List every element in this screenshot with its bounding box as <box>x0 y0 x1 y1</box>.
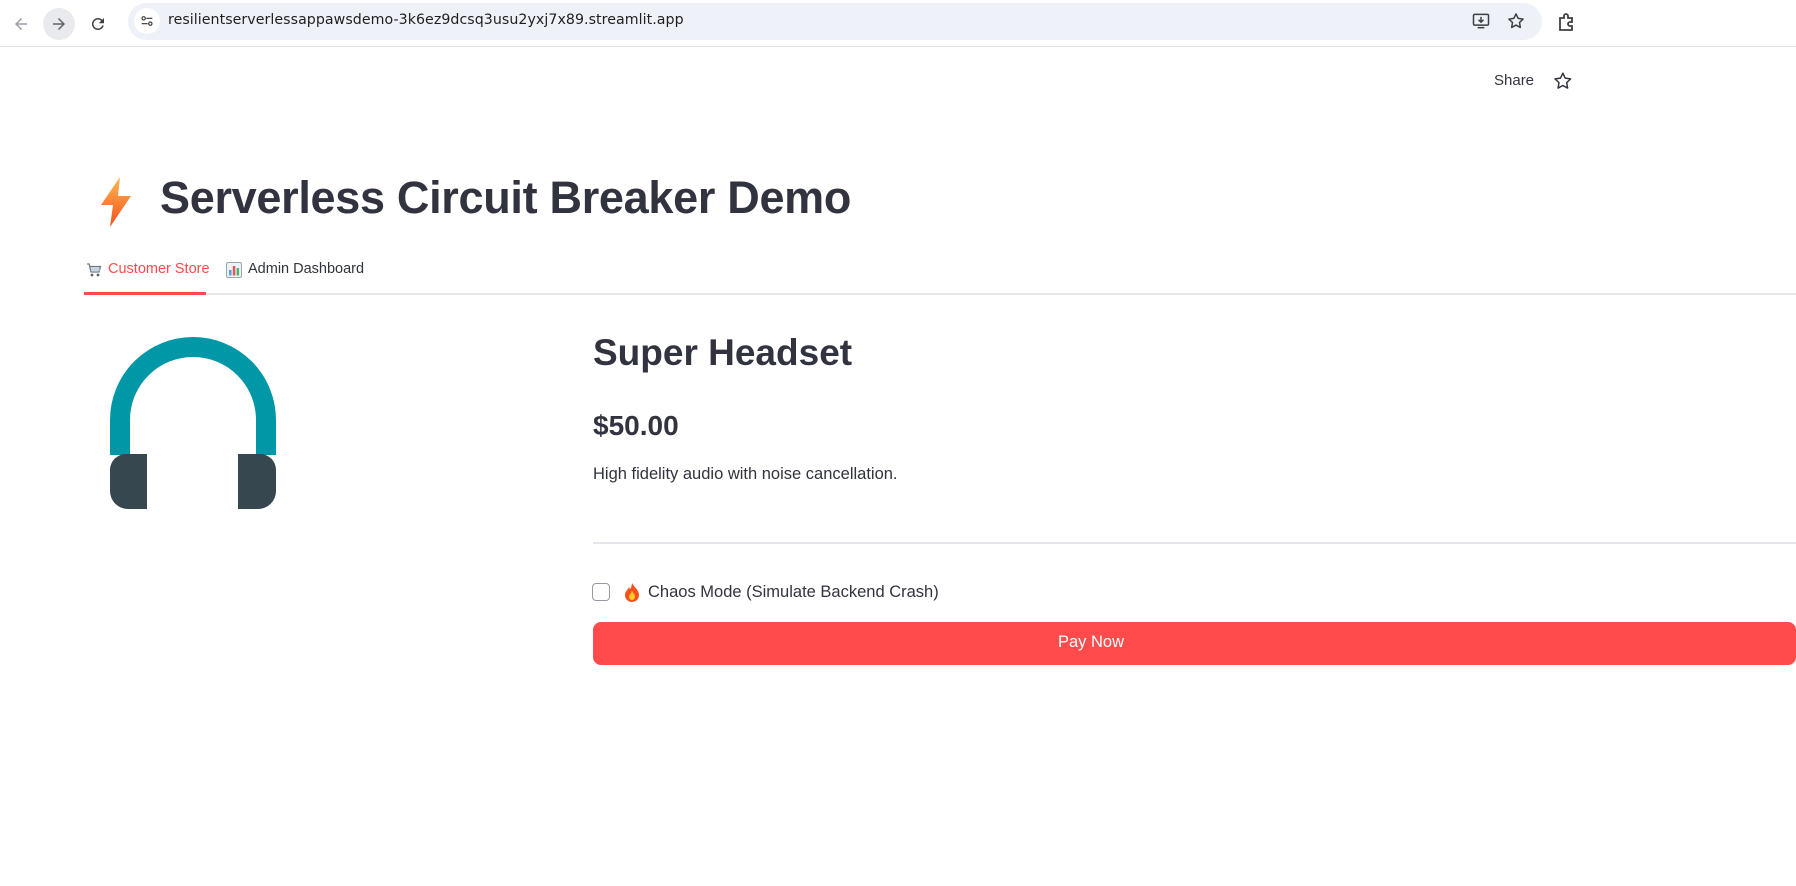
favorite-button[interactable] <box>1550 70 1572 92</box>
forward-button[interactable] <box>43 8 75 40</box>
star-icon <box>1554 72 1572 89</box>
tune-icon <box>141 16 153 26</box>
shopping-cart-icon <box>87 263 102 277</box>
tab-admin-dashboard[interactable]: Admin Dashboard <box>226 261 364 295</box>
arrow-left-icon <box>15 18 27 30</box>
install-icon <box>1472 13 1490 29</box>
chaos-mode-label: Chaos Mode (Simulate Backend Crash) <box>648 582 939 601</box>
product-description: High fidelity audio with noise cancellat… <box>593 465 898 483</box>
url-text[interactable]: resilientserverlessappawsdemo-3k6ez9dcsq… <box>168 12 684 28</box>
site-info-button[interactable] <box>134 8 160 34</box>
fire-icon <box>625 583 639 602</box>
tab-customer-store[interactable]: Customer Store <box>86 261 210 295</box>
share-button[interactable]: Share <box>1494 72 1534 89</box>
tab-label: Admin Dashboard <box>248 261 365 277</box>
extensions-button[interactable] <box>1554 10 1574 32</box>
tab-label: Customer Store <box>108 261 210 277</box>
bookmark-button[interactable] <box>1505 10 1527 32</box>
active-tab-indicator <box>84 292 206 295</box>
product-price: $50.00 <box>593 410 679 441</box>
checkbox-box[interactable] <box>592 583 610 601</box>
divider <box>593 542 1796 544</box>
pay-now-button[interactable]: Pay Now <box>593 622 1796 665</box>
reload-button[interactable] <box>82 8 114 40</box>
product-name: Super Headset <box>593 332 853 373</box>
page-title: Serverless Circuit Breaker Demo <box>160 172 852 223</box>
bar-chart-icon <box>226 262 242 278</box>
install-app-button[interactable] <box>1470 10 1492 32</box>
arrow-right-icon <box>53 18 65 30</box>
headphones-icon <box>110 337 276 509</box>
pay-now-label: Pay Now <box>1058 633 1125 651</box>
back-button[interactable] <box>5 8 37 40</box>
extension-icon <box>1559 13 1573 31</box>
star-icon <box>1508 13 1524 29</box>
reload-icon <box>91 17 104 30</box>
chaos-mode-checkbox[interactable]: Chaos Mode (Simulate Backend Crash) <box>592 580 939 604</box>
lightning-icon <box>101 177 131 227</box>
browser-toolbar: resilientserverlessappawsdemo-3k6ez9dcsq… <box>0 0 1796 47</box>
